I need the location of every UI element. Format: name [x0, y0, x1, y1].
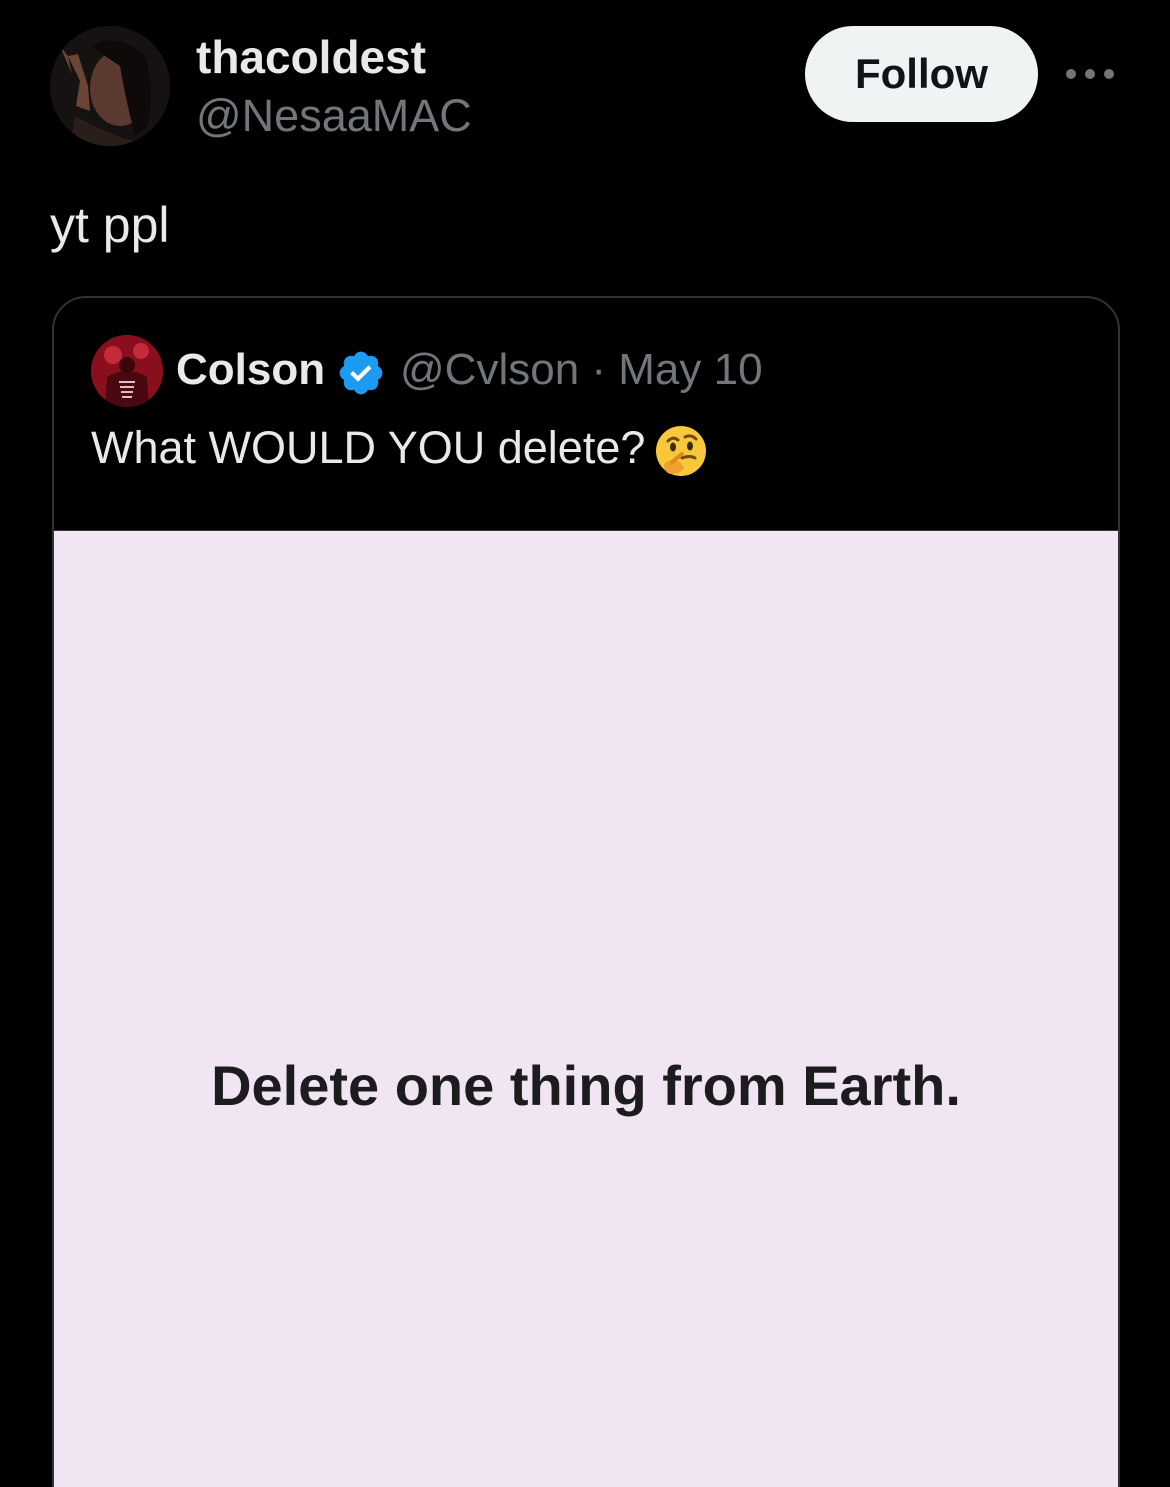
post-text: yt ppl [50, 197, 170, 253]
more-dot [1104, 69, 1114, 79]
quoted-author-avatar[interactable] [91, 335, 163, 407]
quoted-post-card[interactable]: Colson @Cvlson · May 10 What WOULD YOU d… [52, 296, 1120, 1487]
thinking-face-icon [656, 426, 706, 476]
more-dot [1085, 69, 1095, 79]
author-avatar[interactable] [50, 26, 170, 146]
avatar-photo [50, 26, 170, 146]
more-dot [1066, 69, 1076, 79]
media-caption-text: Delete one thing from Earth. [211, 1054, 961, 1117]
verified-badge-icon [339, 351, 383, 395]
post-container: thacoldest @NesaaMAC Follow yt ppl Colso… [0, 0, 1170, 1487]
follow-button[interactable]: Follow [805, 26, 1038, 122]
quoted-avatar-photo [91, 335, 163, 407]
quoted-post-text: What WOULD YOU delete? [91, 422, 646, 473]
author-handle[interactable]: @NesaaMAC [196, 90, 472, 142]
quoted-handle-and-date[interactable]: @Cvlson · May 10 [400, 345, 763, 395]
quoted-media-image[interactable]: Delete one thing from Earth. [54, 530, 1118, 1487]
quoted-author-display-name[interactable]: Colson [176, 345, 325, 395]
author-display-name[interactable]: thacoldest [196, 30, 426, 84]
more-horizontal-icon[interactable] [1066, 64, 1114, 84]
